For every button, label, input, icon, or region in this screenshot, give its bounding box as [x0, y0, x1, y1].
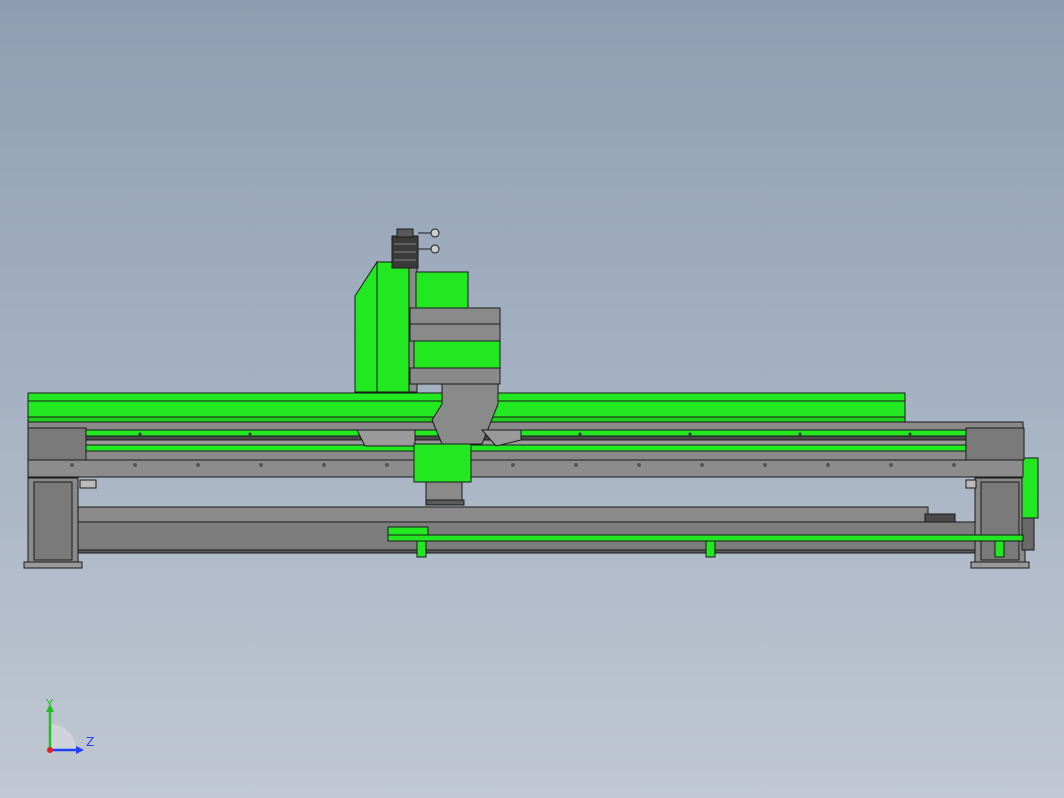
z-axis-label: Z — [86, 735, 94, 749]
bolt-hole — [70, 463, 74, 467]
bolt-hole — [385, 463, 389, 467]
bolt-hole — [511, 463, 515, 467]
bolt-hole — [259, 463, 263, 467]
rail-bolt — [578, 432, 582, 436]
bolt-hole — [133, 463, 137, 467]
bolt-hole — [196, 463, 200, 467]
rail-bolt — [908, 432, 912, 436]
bolt-hole — [700, 463, 704, 467]
base-frame — [77, 479, 977, 554]
z-axis-arrowhead — [76, 746, 84, 754]
bolt-hole — [763, 463, 767, 467]
rail-bolt — [688, 432, 692, 436]
left-leg — [23, 477, 83, 569]
x-axis-origin — [47, 747, 53, 753]
spindle-motor — [391, 228, 440, 269]
bolt-hole — [322, 463, 326, 467]
rail-bolt — [798, 432, 802, 436]
bed-beam — [27, 421, 1025, 478]
bolt-hole — [637, 463, 641, 467]
bolt-hole — [574, 463, 578, 467]
bolt-hole — [889, 463, 893, 467]
cnc-gantry-model[interactable] — [0, 0, 1064, 798]
axis-triad: Y Z — [45, 697, 94, 754]
cad-viewport[interactable]: Y Z — [0, 0, 1064, 798]
bolt-hole — [952, 463, 956, 467]
rail-bolt — [248, 432, 252, 436]
rail-bolt — [138, 432, 142, 436]
triad-quadrant — [50, 724, 76, 750]
y-axis-label: Y — [45, 697, 54, 711]
bolt-hole — [826, 463, 830, 467]
